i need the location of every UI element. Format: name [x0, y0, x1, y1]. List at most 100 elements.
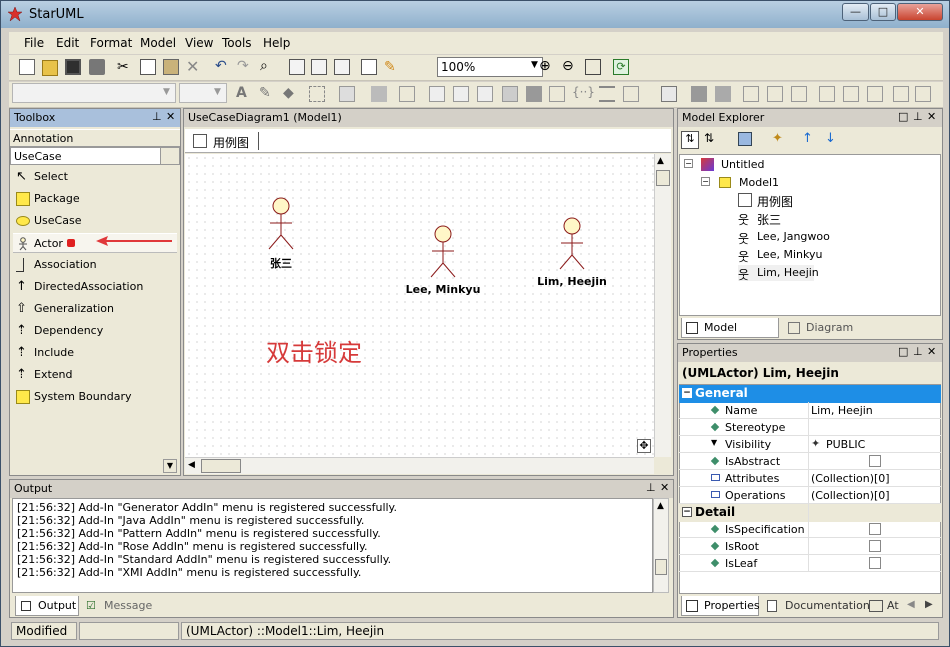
- space-v-icon[interactable]: [915, 86, 931, 102]
- tool-package[interactable]: Package: [13, 189, 177, 209]
- zoom-out-icon[interactable]: ⊖: [562, 58, 578, 74]
- prop-value[interactable]: PUBLIC: [826, 438, 865, 451]
- sort-desc-icon[interactable]: ⇅: [704, 131, 714, 145]
- refresh-icon[interactable]: ⟳: [613, 59, 629, 75]
- collapse-icon[interactable]: −: [682, 507, 692, 517]
- menu-file[interactable]: File: [24, 36, 44, 50]
- section-general[interactable]: − General: [679, 385, 941, 403]
- align-right-icon[interactable]: [477, 86, 493, 102]
- diagram-tab[interactable]: 用例图: [191, 132, 259, 150]
- menu-model[interactable]: Model: [140, 36, 176, 50]
- tool-directed-association[interactable]: ↑ DirectedAssociation: [13, 277, 177, 297]
- bottom-icon[interactable]: [867, 86, 883, 102]
- move-up-icon[interactable]: ↑: [802, 131, 813, 146]
- space-h-icon[interactable]: [893, 86, 909, 102]
- menu-tools[interactable]: Tools: [222, 36, 252, 50]
- group-icon[interactable]: [549, 86, 565, 102]
- wand-icon[interactable]: ✦: [772, 131, 783, 146]
- tool-usecase[interactable]: UseCase: [13, 211, 177, 231]
- print-icon[interactable]: [89, 59, 105, 75]
- minimize-button[interactable]: —: [842, 3, 869, 21]
- output-vscrollbar[interactable]: ▲: [653, 498, 669, 593]
- chevron-up-icon[interactable]: ▲: [657, 156, 664, 166]
- tool-association[interactable]: Association: [13, 255, 177, 275]
- menu-help[interactable]: Help: [263, 36, 290, 50]
- tool-extend[interactable]: ⇡ Extend: [13, 365, 177, 385]
- tab-output[interactable]: Output: [15, 596, 79, 616]
- chevron-left-icon[interactable]: ◀: [907, 599, 915, 610]
- pin-icon[interactable]: ⊥: [646, 481, 656, 494]
- pin-icon[interactable]: ⊥: [152, 110, 162, 123]
- section-detail[interactable]: − Detail: [679, 504, 941, 522]
- zoom-select[interactable]: 100% ▼: [437, 57, 543, 77]
- tab-attachments[interactable]: At: [867, 596, 907, 616]
- prop-value[interactable]: (Collection)[0]: [811, 489, 890, 502]
- collapse-icon[interactable]: −: [684, 159, 693, 168]
- isabstract-checkbox[interactable]: [869, 455, 881, 467]
- size2-icon[interactable]: [715, 86, 731, 102]
- zoom-in-icon[interactable]: ⊕: [539, 58, 555, 74]
- prop-row-operations[interactable]: Operations (Collection)[0]: [679, 487, 941, 504]
- isspecification-checkbox[interactable]: [869, 523, 881, 535]
- toolbox-scroll-down-icon[interactable]: ▼: [163, 459, 177, 473]
- scroll-thumb[interactable]: [655, 559, 667, 575]
- collapse-icon[interactable]: −: [701, 177, 710, 186]
- prop-row-stereotype[interactable]: Stereotype: [679, 419, 941, 436]
- top-icon[interactable]: [819, 86, 835, 102]
- spacing-icon[interactable]: [599, 86, 615, 102]
- tool-select[interactable]: ↖ Select: [13, 167, 177, 187]
- middle-icon[interactable]: [843, 86, 859, 102]
- chevron-left-icon[interactable]: ◀: [188, 460, 195, 470]
- prop-row-visibility[interactable]: ▼ Visibility ✦ PUBLIC: [679, 436, 941, 453]
- find-icon[interactable]: ⌕: [260, 58, 276, 74]
- filter-icon[interactable]: [738, 132, 752, 146]
- select-all-icon[interactable]: [309, 86, 325, 102]
- prop-row-attributes[interactable]: Attributes (Collection)[0]: [679, 470, 941, 487]
- copy-icon[interactable]: [140, 59, 156, 75]
- close-icon[interactable]: ✕: [166, 110, 175, 123]
- line-color-icon[interactable]: ✎: [259, 85, 275, 101]
- chevron-right-icon[interactable]: ▶: [925, 599, 933, 610]
- maximize-button[interactable]: □: [870, 3, 896, 21]
- save-icon[interactable]: [65, 59, 81, 75]
- line-style-icon[interactable]: [399, 86, 415, 102]
- height-icon[interactable]: [767, 86, 783, 102]
- tool-system-boundary[interactable]: System Boundary: [13, 387, 177, 407]
- center-h-icon[interactable]: [791, 86, 807, 102]
- prop-value[interactable]: Lim, Heejin: [811, 404, 873, 417]
- isleaf-checkbox[interactable]: [869, 557, 881, 569]
- sort-asc-icon[interactable]: ⇅: [681, 131, 699, 149]
- move-icon[interactable]: ✥: [637, 439, 651, 453]
- delete-icon[interactable]: ✕: [186, 57, 202, 76]
- bring-front-icon[interactable]: [502, 86, 518, 102]
- tool-dependency[interactable]: ⇡ Dependency: [13, 321, 177, 341]
- brace-icon[interactable]: {··}: [572, 85, 595, 101]
- tab-properties[interactable]: Properties: [681, 596, 760, 616]
- toolbox-annotation-tab[interactable]: Annotation: [10, 129, 180, 147]
- tool-include[interactable]: ⇡ Include: [13, 343, 177, 363]
- close-icon[interactable]: ✕: [927, 345, 936, 358]
- fill-color-icon[interactable]: ◆: [283, 85, 299, 101]
- size-icon[interactable]: [691, 86, 707, 102]
- scroll-thumb[interactable]: [201, 459, 241, 473]
- layout-icon[interactable]: [371, 86, 387, 102]
- undo-icon[interactable]: ↶: [215, 58, 231, 74]
- diagram-canvas[interactable]: [185, 154, 654, 457]
- prop-row-isspecification[interactable]: IsSpecification: [679, 521, 941, 538]
- tab-model-explorer[interactable]: Model Explorer: [681, 318, 779, 354]
- collapse-icon[interactable]: −: [682, 388, 692, 398]
- font-select[interactable]: ▼: [12, 83, 176, 103]
- pin-icon[interactable]: ⊥: [913, 345, 923, 358]
- prop-row-name[interactable]: Name Lim, Heejin: [679, 402, 941, 419]
- close-icon[interactable]: ✕: [660, 481, 669, 494]
- new-icon[interactable]: [19, 59, 35, 75]
- font-color-icon[interactable]: A: [236, 85, 252, 101]
- close-button[interactable]: ✕: [897, 3, 943, 21]
- menu-view[interactable]: View: [185, 36, 213, 50]
- move-down-icon[interactable]: ↓: [825, 131, 836, 146]
- paste-icon[interactable]: [163, 59, 179, 75]
- close-icon[interactable]: ✕: [927, 110, 936, 123]
- prop-row-isabstract[interactable]: IsAbstract: [679, 453, 941, 470]
- diagram-hscrollbar[interactable]: ◀: [185, 457, 654, 474]
- align-icon[interactable]: [339, 86, 355, 102]
